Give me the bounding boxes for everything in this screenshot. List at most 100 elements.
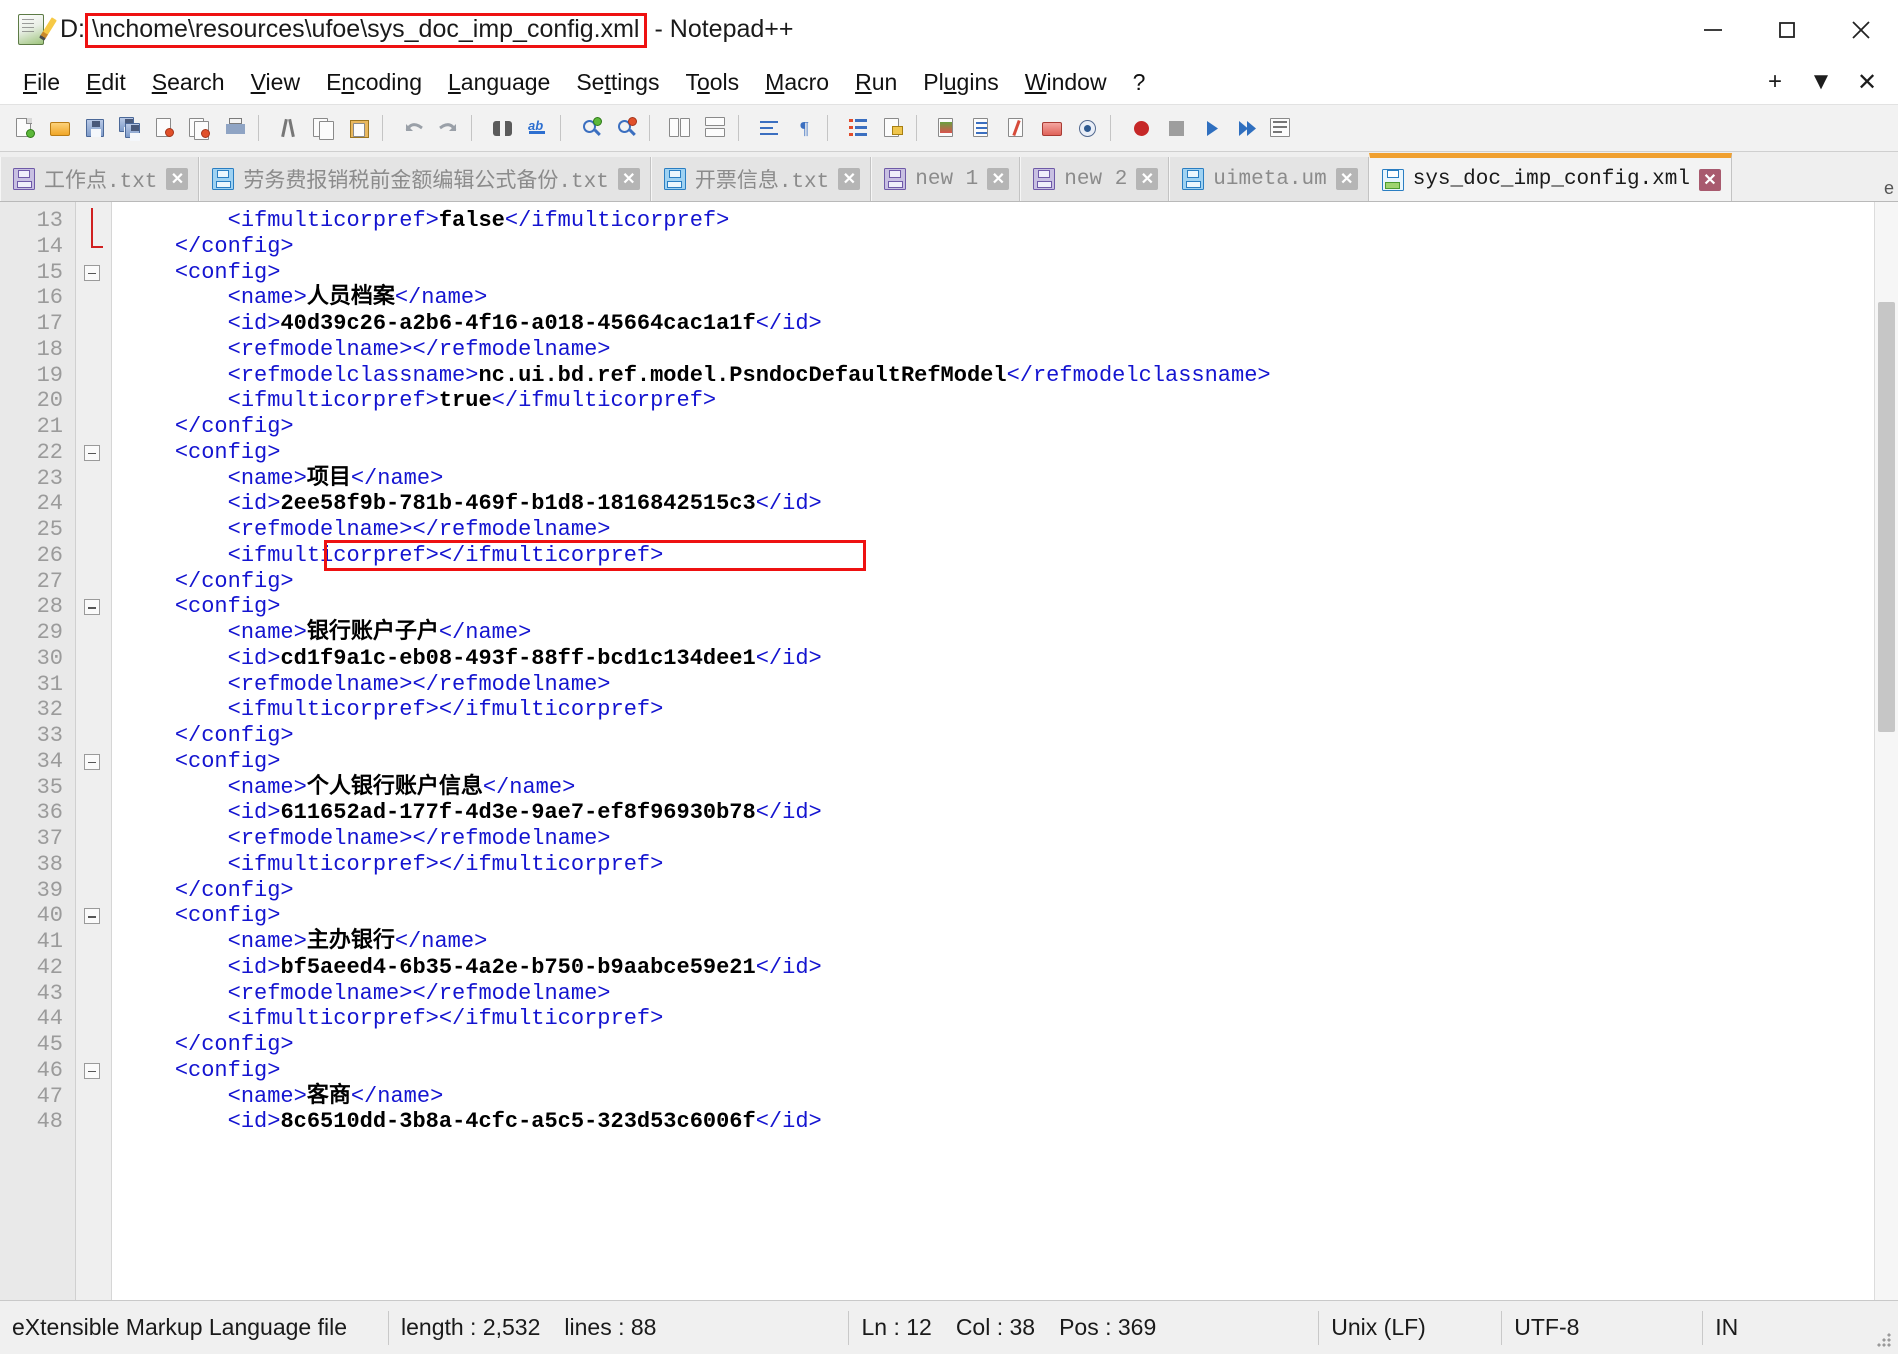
close-tab-icon[interactable]: ✕: [1136, 168, 1159, 190]
zoom-out-icon[interactable]: [610, 112, 643, 145]
fold-row[interactable]: [76, 388, 111, 414]
fold-row[interactable]: [76, 620, 111, 646]
fold-row[interactable]: [76, 697, 111, 723]
fold-row[interactable]: [76, 723, 111, 749]
new-file-icon[interactable]: [9, 112, 42, 145]
menu-item-run[interactable]: Run: [842, 67, 910, 98]
document-tab[interactable]: new 2 ✕: [1020, 157, 1170, 201]
fold-collapse-icon[interactable]: [84, 599, 100, 616]
fold-collapse-icon[interactable]: [84, 753, 100, 770]
play-macro-icon[interactable]: [1195, 112, 1228, 145]
close-all-icon[interactable]: [184, 112, 217, 145]
fold-collapse-icon[interactable]: [84, 264, 100, 281]
undo-icon[interactable]: [397, 112, 430, 145]
copy-icon[interactable]: [308, 112, 341, 145]
fold-row[interactable]: [76, 208, 111, 234]
status-insert-mode[interactable]: IN: [1703, 1301, 1750, 1354]
fold-row[interactable]: [76, 1006, 111, 1032]
menu-item-view[interactable]: View: [238, 67, 313, 98]
fold-row[interactable]: [76, 517, 111, 543]
code-folding-margin[interactable]: [76, 202, 112, 1300]
new-tab-plus-button[interactable]: +: [1752, 68, 1798, 96]
fold-row[interactable]: [76, 466, 111, 492]
fold-collapse-icon[interactable]: [84, 908, 100, 925]
redo-icon[interactable]: [432, 112, 465, 145]
fold-row[interactable]: [76, 1058, 111, 1084]
fold-row[interactable]: [76, 1032, 111, 1058]
close-tab-icon[interactable]: ✕: [166, 168, 189, 190]
fold-row[interactable]: [76, 672, 111, 698]
fold-row[interactable]: [76, 569, 111, 595]
show-all-characters-icon[interactable]: ¶: [788, 112, 821, 145]
save-macro-icon[interactable]: [1265, 112, 1298, 145]
close-tab-icon[interactable]: ✕: [1698, 168, 1721, 191]
menu-item-macro[interactable]: Macro: [752, 67, 842, 98]
code-text-area[interactable]: <ifmulticorpref>false</ifmulticorpref> <…: [112, 202, 1898, 1300]
fold-row[interactable]: [76, 1109, 111, 1135]
document-tab[interactable]: new 1 ✕: [871, 157, 1021, 201]
save-all-icon[interactable]: [114, 112, 147, 145]
doc-switcher-icon[interactable]: [1071, 112, 1104, 145]
editor-area[interactable]: 13 14 15 16 17 18 19 20 21 22 23 24 25 26 27 28 29 30 31 32…: [0, 202, 1898, 1300]
close-tab-icon[interactable]: ✕: [617, 168, 640, 190]
fold-row[interactable]: [76, 440, 111, 466]
stop-record-macro-icon[interactable]: [1160, 112, 1193, 145]
fold-row[interactable]: [76, 543, 111, 569]
fold-row[interactable]: [76, 311, 111, 337]
menu-item-search[interactable]: Search: [139, 67, 238, 98]
fold-row[interactable]: [76, 594, 111, 620]
close-tab-icon[interactable]: ✕: [987, 168, 1010, 190]
menu-item-settings[interactable]: Settings: [563, 67, 672, 98]
close-button[interactable]: [1824, 0, 1898, 60]
fold-row[interactable]: [76, 929, 111, 955]
fold-row[interactable]: [76, 363, 111, 389]
paste-icon[interactable]: [343, 112, 376, 145]
fold-collapse-icon[interactable]: [84, 1062, 100, 1079]
fold-row[interactable]: [76, 285, 111, 311]
document-tab[interactable]: uimeta.um ✕: [1169, 157, 1369, 201]
fold-row[interactable]: [76, 826, 111, 852]
tab-list-dropdown-button[interactable]: ▼: [1798, 68, 1844, 96]
close-file-icon[interactable]: [149, 112, 182, 145]
document-tab[interactable]: 劳务费报销税前金额编辑公式备份.txt ✕: [199, 157, 651, 201]
fold-row[interactable]: [76, 955, 111, 981]
document-tab[interactable]: sys_doc_imp_config.xml ✕: [1368, 153, 1732, 201]
fold-row[interactable]: [76, 414, 111, 440]
sync-vertical-scroll-icon[interactable]: [664, 112, 697, 145]
fold-row[interactable]: [76, 878, 111, 904]
document-tab[interactable]: 开票信息.txt ✕: [650, 157, 872, 201]
zoom-in-icon[interactable]: [575, 112, 608, 145]
run-macro-multiple-icon[interactable]: [1230, 112, 1263, 145]
fold-collapse-icon[interactable]: [84, 444, 100, 461]
menu-item-encoding[interactable]: Encoding: [313, 67, 435, 98]
menu-item-[interactable]: ?: [1120, 67, 1159, 98]
fold-row[interactable]: [76, 749, 111, 775]
close-tab-icon[interactable]: ✕: [838, 168, 861, 190]
close-tab-icon[interactable]: ✕: [1335, 168, 1358, 190]
vertical-scrollbar[interactable]: [1874, 202, 1898, 1300]
print-icon[interactable]: [219, 112, 252, 145]
function-list-icon[interactable]: [966, 112, 999, 145]
menu-item-language[interactable]: Language: [435, 67, 563, 98]
menu-item-edit[interactable]: Edit: [73, 67, 139, 98]
menu-item-plugins[interactable]: Plugins: [910, 67, 1011, 98]
fold-row[interactable]: [76, 981, 111, 1007]
show-document-map-icon[interactable]: [931, 112, 964, 145]
menu-item-window[interactable]: Window: [1012, 67, 1120, 98]
fold-row[interactable]: [76, 1084, 111, 1110]
start-record-macro-icon[interactable]: [1125, 112, 1158, 145]
fold-row[interactable]: [76, 903, 111, 929]
fold-row[interactable]: [76, 646, 111, 672]
monitoring-icon[interactable]: [1036, 112, 1069, 145]
menu-item-file[interactable]: File: [10, 67, 73, 98]
fold-row[interactable]: [76, 491, 111, 517]
find-icon[interactable]: [486, 112, 519, 145]
cut-icon[interactable]: [273, 112, 306, 145]
sync-horizontal-scroll-icon[interactable]: [699, 112, 732, 145]
fold-row[interactable]: [76, 260, 111, 286]
save-icon[interactable]: [79, 112, 112, 145]
fold-row[interactable]: [76, 775, 111, 801]
word-wrap-icon[interactable]: [753, 112, 786, 145]
fold-row[interactable]: [76, 337, 111, 363]
folder-as-workspace-icon[interactable]: [1001, 112, 1034, 145]
